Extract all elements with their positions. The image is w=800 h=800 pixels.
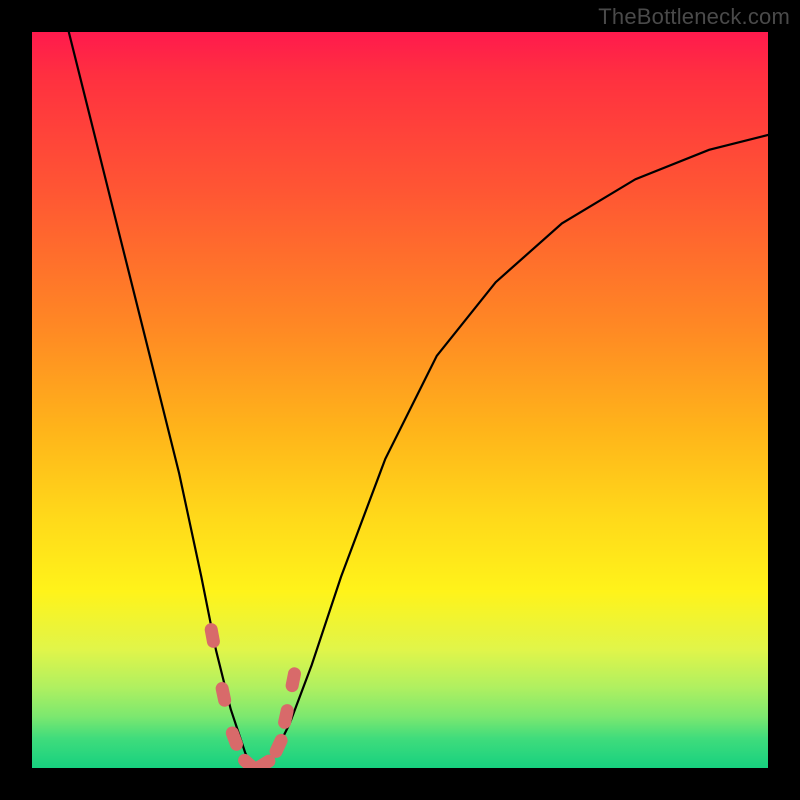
plot-area xyxy=(32,32,768,768)
bottleneck-curve xyxy=(32,32,768,768)
trough-marker xyxy=(215,681,232,707)
trough-marker xyxy=(277,703,294,729)
trough-marker xyxy=(225,725,245,752)
chart-frame: TheBottleneck.com xyxy=(0,0,800,800)
attribution-text: TheBottleneck.com xyxy=(598,4,790,30)
trough-markers xyxy=(204,623,301,768)
trough-marker xyxy=(268,732,289,759)
trough-marker xyxy=(204,623,220,649)
trough-marker xyxy=(285,667,301,693)
curve-path xyxy=(69,32,768,768)
